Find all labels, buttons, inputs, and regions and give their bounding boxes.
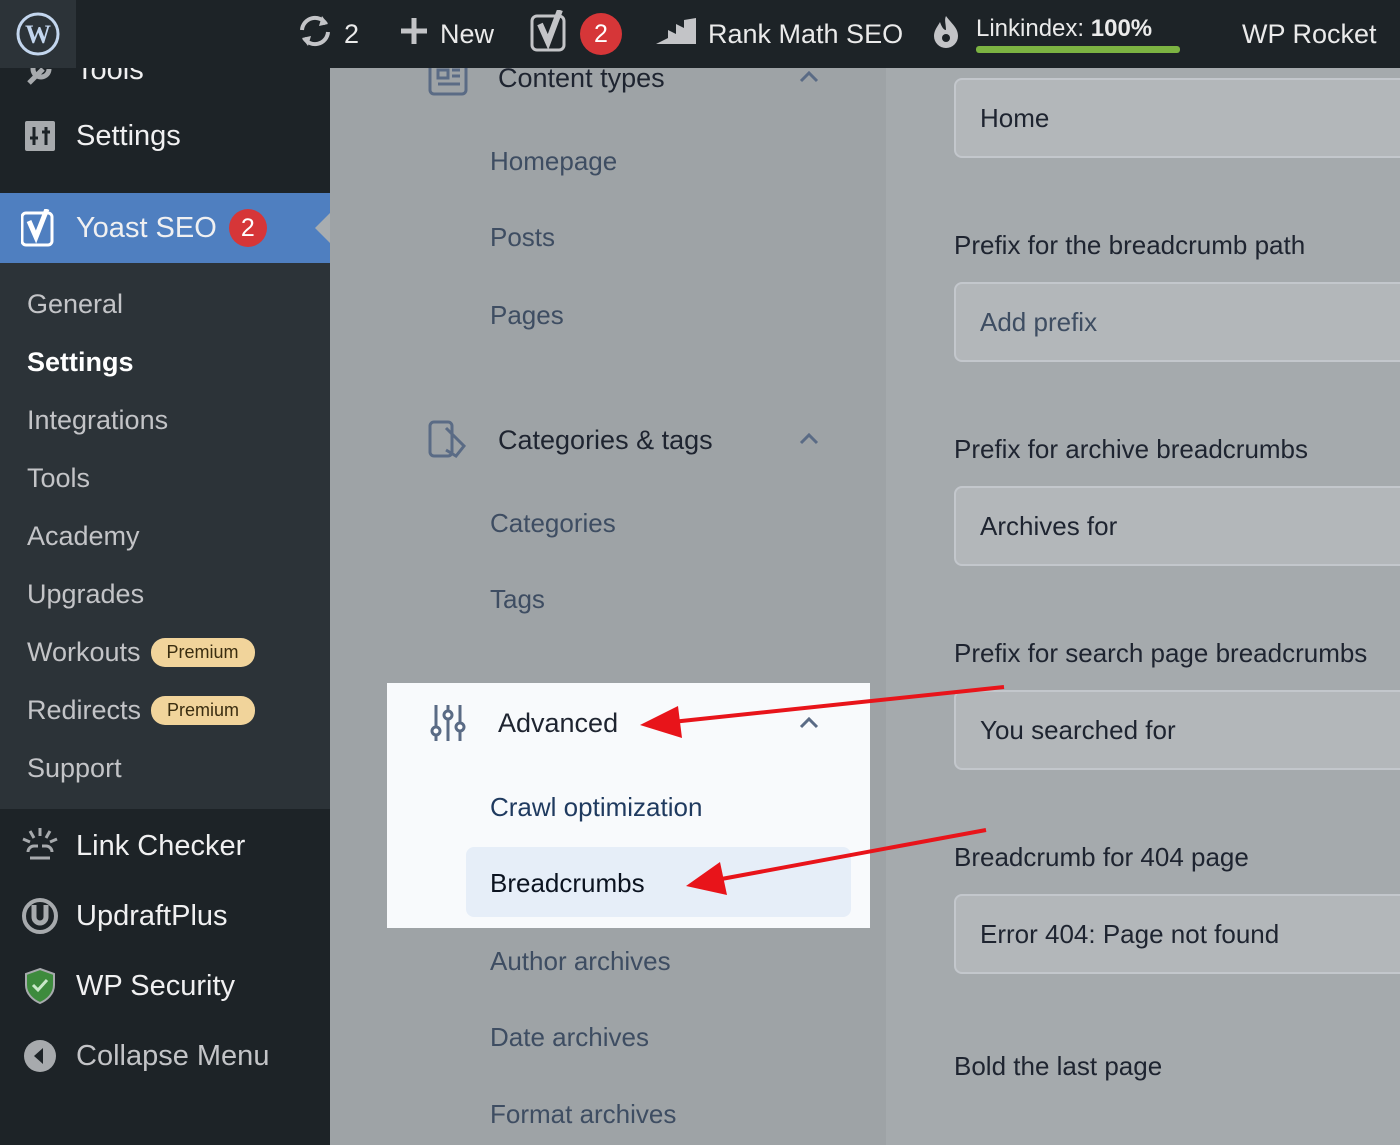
submenu-label: Redirects [27,695,142,725]
archive-prefix-input[interactable] [954,486,1400,566]
rank-math-chart-icon [654,16,698,53]
linkindex-value: 100% [1090,15,1153,42]
refresh-icon [296,14,334,55]
nav-link-author-archives[interactable]: Author archives [490,946,671,977]
nav-link-tags[interactable]: Tags [490,584,545,615]
nav-link-pages[interactable]: Pages [490,300,564,331]
submenu-label: Upgrades [27,579,145,609]
menu-item-settings[interactable]: Settings [0,106,330,166]
menu-label-wp-security: WP Security [76,969,236,1002]
premium-badge: Premium [150,638,255,667]
nav-link-format-archives[interactable]: Format archives [490,1099,676,1130]
yoast-notification-badge: 2 [580,13,622,55]
sliders-icon [428,703,468,743]
submenu-workouts[interactable]: Workouts Premium [27,637,255,668]
submenu-upgrades[interactable]: Upgrades [27,579,144,610]
nav-link-categories[interactable]: Categories [490,508,616,539]
nav-link-posts[interactable]: Posts [490,222,555,253]
menu-item-yoast-seo[interactable]: Yoast SEO 2 [0,193,330,263]
menu-label-updraftplus: UpdraftPlus [76,899,228,932]
submenu-label: Settings [27,347,134,377]
tag-icon [428,420,468,460]
error404-label: Breadcrumb for 404 page [954,842,1249,872]
nav-link-crawl-optimization[interactable]: Crawl optimization [490,792,702,823]
search-prefix-label: Prefix for search page breadcrumbs [954,638,1368,668]
submenu-redirects[interactable]: Redirects Premium [27,695,256,726]
menu-label-yoast-seo: Yoast SEO [76,211,217,244]
admin-sidebar: Tools Settings Yoast SEO 2 General Setti… [0,0,330,1145]
yoast-submenu: General Settings Integrations Tools Acad… [0,263,330,809]
submenu-label: Integrations [27,405,169,435]
rank-math-label: Rank Math SEO [708,18,904,49]
notification-badge: 2 [228,209,267,247]
submenu-label: Support [27,753,122,783]
link-checker-icon [20,826,60,866]
submenu-label: Academy [27,521,140,551]
bold-last-page-label: Bold the last page [954,1051,1163,1081]
premium-badge: Premium [151,696,256,725]
prefix-path-input[interactable] [954,282,1400,362]
submenu-settings[interactable]: Settings [27,347,134,378]
submenu-label: Workouts [27,637,141,667]
svg-text:W: W [25,20,51,49]
sliders-settings-icon [20,116,60,156]
new-label: New [440,18,495,49]
rank-math-button[interactable]: Rank Math SEO [654,0,903,68]
collapse-arrow-icon [20,1036,60,1076]
menu-item-updraftplus[interactable]: UpdraftPlus [0,886,330,946]
submenu-support[interactable]: Support [27,753,122,784]
wp-rocket-button[interactable]: WP Rocket [1242,0,1377,68]
wordpress-logo-icon[interactable]: W [0,0,76,68]
updates-count: 2 [344,18,360,49]
linkindex-label: Linkindex: [976,15,1091,42]
submenu-general[interactable]: General [27,289,123,320]
menu-label-link-checker: Link Checker [76,829,246,862]
chevron-up-icon[interactable] [798,428,820,450]
yoast-logo-icon [530,8,570,59]
wp-admin-bar: W 2 New 2 Rank Math SEO Linkindex: 100% [0,0,1400,68]
nav-section-categories-tags[interactable]: Categories & tags [428,420,713,460]
menu-label-collapse: Collapse Menu [76,1039,270,1072]
nav-section-label: Categories & tags [498,424,713,455]
nav-link-homepage[interactable]: Homepage [490,146,617,177]
submenu-label: General [27,289,124,319]
anchor-text-homepage-input[interactable] [954,78,1400,158]
updates-button[interactable]: 2 [296,0,359,68]
search-prefix-input[interactable] [954,690,1400,770]
archive-prefix-label: Prefix for archive breadcrumbs [954,434,1309,464]
nav-link-breadcrumbs[interactable]: Breadcrumbs [490,868,645,899]
prefix-path-label: Prefix for the breadcrumb path [954,230,1306,260]
menu-item-wp-security[interactable]: WP Security [0,956,330,1016]
menu-item-link-checker[interactable]: Link Checker [0,816,330,876]
submenu-academy[interactable]: Academy [27,521,140,552]
yoast-adminbar-button[interactable]: 2 [530,0,622,68]
collapse-menu-button[interactable]: Collapse Menu [0,1026,330,1086]
submenu-tools[interactable]: Tools [27,463,90,494]
wp-rocket-label: WP Rocket [1242,18,1377,49]
chevron-up-icon[interactable] [798,712,820,734]
linkindex-button[interactable]: Linkindex: 100% [932,0,1152,68]
nav-section-label: Advanced [498,707,619,738]
plus-icon [398,15,430,54]
yoast-logo-icon [20,208,60,248]
updraftplus-icon [20,896,60,936]
error404-input[interactable] [954,894,1400,974]
chevron-up-icon[interactable] [798,66,820,88]
shield-icon [20,966,60,1006]
submenu-integrations[interactable]: Integrations [27,405,168,436]
nav-section-advanced[interactable]: Advanced [428,703,618,743]
linkindex-text: Linkindex: 100% [976,15,1152,43]
new-content-button[interactable]: New [398,0,494,68]
linkindex-progress-bar [976,46,1180,53]
menu-label-settings: Settings [76,119,181,152]
submenu-label: Tools [27,463,91,493]
flame-icon [932,14,960,55]
nav-link-date-archives[interactable]: Date archives [490,1022,649,1053]
